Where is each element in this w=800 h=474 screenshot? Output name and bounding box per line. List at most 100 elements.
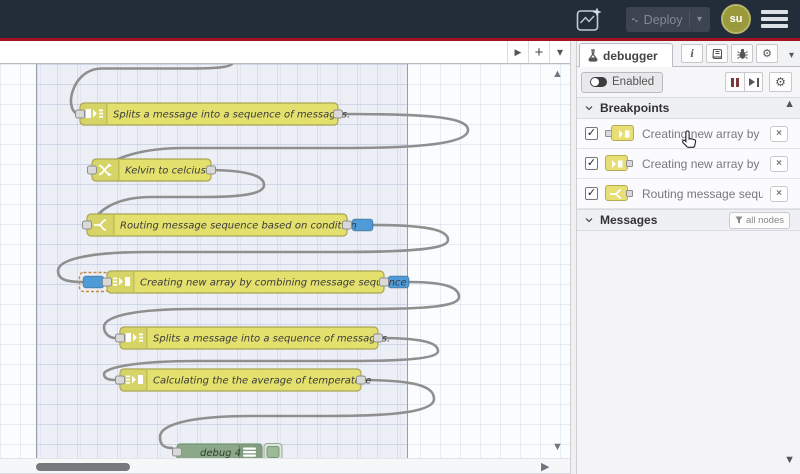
- tab-config-button[interactable]: ⚙: [756, 44, 778, 63]
- messages-filter-button[interactable]: all nodes: [728, 211, 790, 229]
- remove-breakpoint-button[interactable]: ×: [770, 155, 788, 172]
- tab-help-button[interactable]: [706, 44, 728, 63]
- breakpoints-title: Breakpoints: [600, 101, 670, 115]
- sidebar-tab-caret-icon[interactable]: ▾: [789, 50, 794, 61]
- remove-breakpoint-button[interactable]: ×: [770, 125, 788, 142]
- toggle-icon: [590, 77, 607, 87]
- deploy-caret-icon[interactable]: ▾: [695, 14, 704, 25]
- flow-graph: Splits a message into a sequence of mess…: [56, 64, 470, 459]
- step-button[interactable]: [744, 72, 763, 92]
- user-avatar[interactable]: su: [721, 4, 751, 34]
- tab-debugger-label: debugger: [603, 48, 658, 63]
- node-label: Splits a message into a sequence of mess…: [153, 334, 390, 345]
- tab-info-button[interactable]: i: [681, 44, 703, 63]
- node-split-1[interactable]: Splits a message into a sequence of mess…: [75, 102, 351, 126]
- debugger-toolbar: Enabled ⚙: [577, 67, 800, 97]
- gear-icon: ⚙: [762, 48, 772, 60]
- deploy-flow-icon: [632, 17, 638, 22]
- sidebar-scroll-down-icon[interactable]: ▼: [784, 454, 795, 466]
- node-change-1[interactable]: Kelvin to celcius: [87, 158, 216, 182]
- debug-icon: [243, 447, 256, 457]
- node-label: debug 4: [200, 448, 241, 458]
- chevron-down-icon: [585, 106, 593, 111]
- filter-label: all nodes: [745, 214, 784, 226]
- join-node-input-icon: [605, 125, 635, 142]
- flow-list-caret-icon[interactable]: ▾: [549, 41, 570, 63]
- bug-icon: [736, 48, 748, 59]
- messages-section-header[interactable]: Messages all nodes: [577, 209, 800, 231]
- debug-toggle-button[interactable]: [263, 443, 283, 459]
- mouse-cursor-pointer: [682, 130, 697, 148]
- breakpoint-label: Creating new array by combining message …: [642, 126, 763, 141]
- node-switch-1[interactable]: Routing message sequence based on condit…: [82, 213, 357, 237]
- hscrollbar-thumb[interactable]: [36, 463, 130, 471]
- add-flow-button[interactable]: +: [528, 41, 549, 63]
- breakpoint-marker-selected[interactable]: [82, 275, 105, 289]
- debug-sidebar: debugger i ⚙ ▾ Enabled ⚙ Breakpoints ✓ C…: [577, 41, 800, 474]
- pause-icon: [731, 77, 734, 87]
- join-node-output-icon: [605, 155, 635, 172]
- breakpoint-row[interactable]: ✓ Routing message sequence based on cond…: [577, 179, 800, 209]
- switch-node-output-icon: [605, 185, 635, 202]
- flow-editor-pane: ▶ + ▾ Splits a message into a sequence o…: [0, 41, 570, 474]
- messages-empty-area: [577, 231, 800, 474]
- node-input-port[interactable]: [115, 333, 125, 343]
- book-icon: [711, 48, 722, 59]
- node-input-port[interactable]: [102, 277, 112, 287]
- node-label: Routing message sequence based on condit…: [120, 221, 357, 232]
- node-label: Creating new array by combining message …: [140, 278, 407, 289]
- messages-title: Messages: [600, 213, 658, 227]
- info-icon: i: [690, 46, 694, 60]
- flow-canvas[interactable]: Splits a message into a sequence of mess…: [0, 64, 570, 458]
- deploy-button[interactable]: Deploy ▾: [626, 7, 710, 32]
- node-output-port[interactable]: [356, 375, 366, 385]
- node-join-1[interactable]: Creating new array by combining message …: [102, 270, 407, 294]
- sidebar-splitter[interactable]: [570, 41, 577, 474]
- tab-scroll-right-icon[interactable]: ▶: [507, 41, 528, 63]
- tab-debug-messages-button[interactable]: [731, 44, 753, 63]
- node-output-port[interactable]: [333, 109, 343, 119]
- main-menu-icon[interactable]: [761, 9, 788, 29]
- debugger-enabled-toggle[interactable]: Enabled: [581, 71, 664, 93]
- node-label: Calculating the the average of temperatu…: [153, 376, 371, 387]
- breakpoint-label: Routing message sequence based on condit…: [642, 186, 763, 201]
- breakpoint-row[interactable]: ✓ Creating new array by combining messag…: [577, 149, 800, 179]
- node-output-port[interactable]: [379, 277, 389, 287]
- breakpoints-section-header[interactable]: Breakpoints: [577, 97, 800, 119]
- node-input-port[interactable]: [172, 447, 182, 457]
- step-icon: [748, 78, 755, 86]
- node-label: Kelvin to celcius: [125, 166, 206, 177]
- node-input-port[interactable]: [82, 220, 92, 230]
- node-split-2[interactable]: Splits a message into a sequence of mess…: [115, 326, 391, 350]
- canvas-scroll-down-icon[interactable]: ▼: [552, 441, 563, 453]
- enabled-label: Enabled: [612, 76, 655, 88]
- breakpoint-checkbox[interactable]: ✓: [585, 187, 598, 200]
- node-label: Splits a message into a sequence of mess…: [113, 110, 350, 121]
- debugger-settings-button[interactable]: ⚙: [769, 72, 792, 92]
- flask-icon: [588, 49, 598, 62]
- sidebar-tabstrip: debugger i ⚙ ▾: [577, 41, 800, 67]
- breakpoint-label: Creating new array by combining message …: [642, 156, 763, 171]
- deploy-label: Deploy: [643, 12, 683, 27]
- breakpoint-checkbox[interactable]: ✓: [585, 127, 598, 140]
- node-input-port[interactable]: [75, 109, 85, 119]
- tab-debugger[interactable]: debugger: [579, 43, 673, 67]
- node-debug-4[interactable]: debug 4: [172, 443, 283, 459]
- node-output-port[interactable]: [206, 165, 216, 175]
- breakpoint-checkbox[interactable]: ✓: [585, 157, 598, 170]
- assistant-sparkle-icon[interactable]: [576, 7, 603, 32]
- node-join-2[interactable]: Calculating the the average of temperatu…: [115, 368, 372, 392]
- workspace-tabstrip: ▶ + ▾: [0, 41, 570, 64]
- node-output-port[interactable]: [373, 333, 383, 343]
- remove-breakpoint-button[interactable]: ×: [770, 185, 788, 202]
- sidebar-scroll-up-icon[interactable]: ▲: [784, 98, 795, 110]
- pause-button[interactable]: [725, 72, 744, 92]
- node-input-port[interactable]: [115, 375, 125, 385]
- canvas-scroll-up-icon[interactable]: ▲: [552, 68, 563, 80]
- canvas-scroll-right-icon[interactable]: ▶: [541, 460, 549, 473]
- app-header: Deploy ▾ su: [0, 0, 800, 38]
- node-input-port[interactable]: [87, 165, 97, 175]
- node-output-port[interactable]: [342, 220, 352, 230]
- canvas-hscrollbar[interactable]: ▶: [0, 458, 570, 474]
- gear-icon: ⚙: [775, 75, 786, 89]
